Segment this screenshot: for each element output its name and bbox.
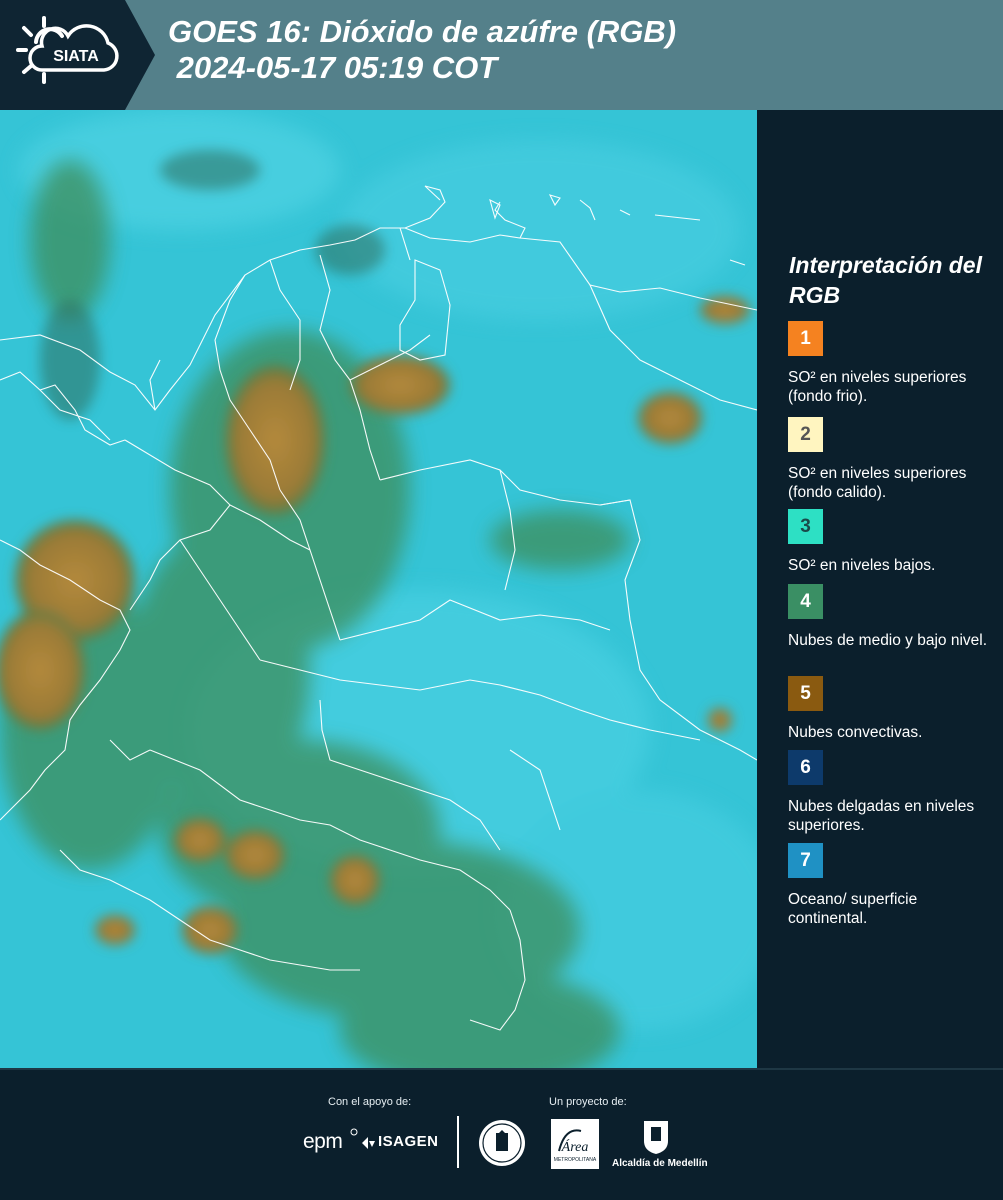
legend-item-4: 4 Nubes de medio y bajo nivel.: [788, 584, 993, 650]
legend-text-3: SO² en niveles bajos.: [788, 557, 936, 574]
footer-divider-line: [0, 1068, 1003, 1070]
legend-item-1: 1 SO² en niveles superiores (fondo frio)…: [788, 321, 993, 406]
legend-title: Interpretación del RGB: [789, 252, 982, 308]
legend-item-2: 2 SO² en niveles superiores (fondo calid…: [788, 417, 993, 502]
logo-divider: [457, 1116, 459, 1168]
legend-swatch-5: 5: [788, 676, 823, 711]
epm-logo: epm: [303, 1130, 343, 1153]
alcaldia-shield-icon: [644, 1121, 668, 1154]
project-label: Un proyecto de:: [549, 1096, 627, 1108]
header: SIATA GOES 16: Dióxido de azúfre (RGB) 2…: [0, 0, 1003, 110]
legend-swatch-7: 7: [788, 843, 823, 878]
legend-item-3: 3 SO² en niveles bajos.: [788, 509, 993, 575]
legend-item-5: 5 Nubes convectivas.: [788, 676, 993, 742]
satellite-image: [0, 110, 757, 1068]
legend-swatch-1: 1: [788, 321, 823, 356]
satellite-map: [0, 110, 757, 1068]
legend-swatch-3: 3: [788, 509, 823, 544]
title-line-2: 2024-05-17 05:19 COT: [168, 50, 498, 85]
legend-item-6: 6 Nubes delgadas en niveles superiores.: [788, 750, 993, 835]
siata-logo: SIATA: [0, 0, 155, 110]
alcaldia-logo-text: Alcaldía de Medellín: [612, 1158, 708, 1169]
legend-swatch-4: 4: [788, 584, 823, 619]
legend-text-1: SO² en niveles superiores (fondo frio).: [788, 369, 967, 405]
footer: Con el apoyo de: Un proyecto de: epm ISA…: [0, 1068, 1003, 1200]
isagen-mark-icon: [362, 1137, 375, 1149]
legend-item-7: 7 Oceano/ superficie continental.: [788, 843, 993, 928]
area-logo-text: Área: [561, 1138, 589, 1155]
page-title: GOES 16: Dióxido de azúfre (RGB) 2024-05…: [168, 14, 676, 86]
legend-swatch-2: 2: [788, 417, 823, 452]
title-line-1: GOES 16: Dióxido de azúfre (RGB): [168, 14, 677, 49]
isagen-logo: ISAGEN: [378, 1133, 439, 1150]
area-metropolitana-logo: Área METROPOLITANA: [551, 1119, 599, 1169]
support-label: Con el apoyo de:: [328, 1096, 412, 1108]
legend-swatch-6: 6: [788, 750, 823, 785]
logo-text: SIATA: [53, 48, 99, 65]
sun-cloud-icon: SIATA: [16, 16, 119, 84]
legend-text-6: Nubes delgadas en niveles superiores.: [788, 798, 975, 834]
legend-panel: Interpretación del RGB 1 SO² en niveles …: [760, 110, 1003, 1068]
medellin-seal-icon: [479, 1120, 525, 1166]
legend-text-7: Oceano/ superficie continental.: [788, 891, 918, 927]
area-logo-subtext: METROPOLITANA: [554, 1157, 597, 1163]
legend-text-2: SO² en niveles superiores (fondo calido)…: [788, 465, 967, 501]
legend-text-5: Nubes convectivas.: [788, 724, 923, 741]
legend-text-4: Nubes de medio y bajo nivel.: [788, 632, 988, 649]
